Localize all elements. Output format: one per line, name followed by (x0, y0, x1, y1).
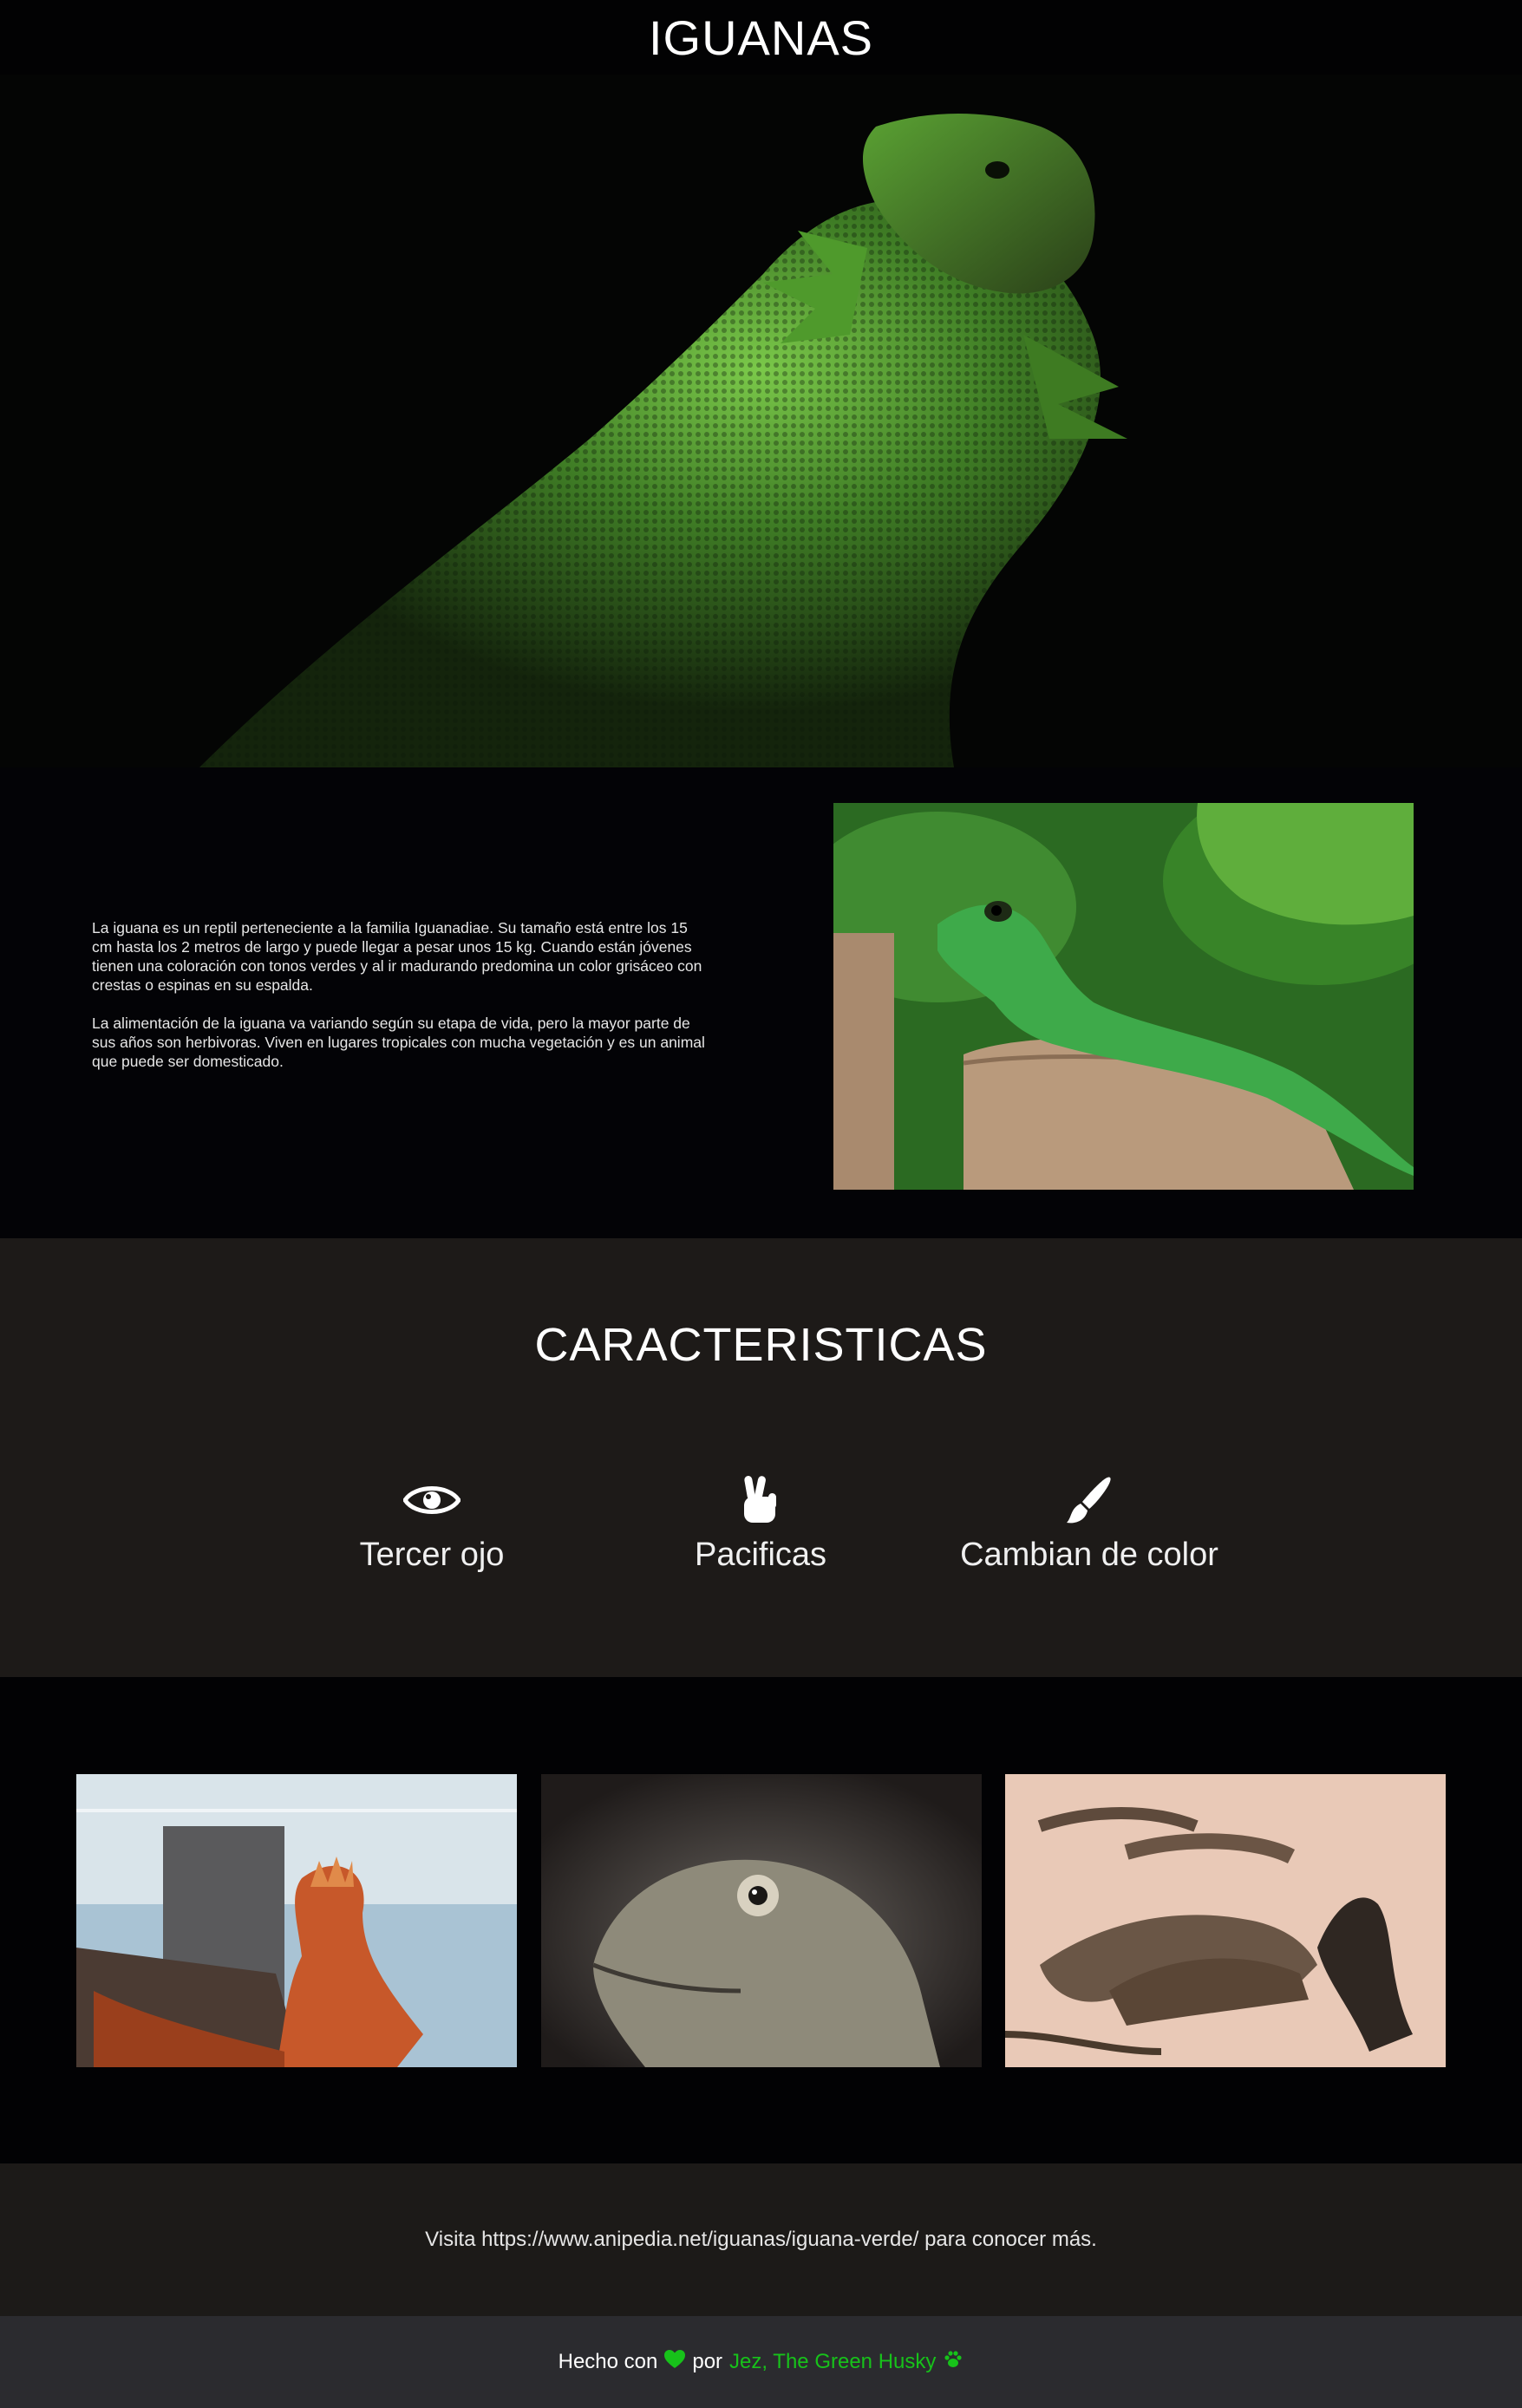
hand-peace-icon (596, 1474, 925, 1526)
paw-icon (943, 2350, 963, 2375)
features-section: CARACTERISTICAS Tercer ojo Pacificas Cam… (0, 1238, 1522, 1677)
visit-banner: Visita https://www.anipedia.net/iguanas/… (0, 2163, 1522, 2316)
photo-gallery (0, 1677, 1522, 2163)
intro-section: La iguana es un reptil perteneciente a l… (0, 767, 1522, 1238)
footer-by: por (692, 2350, 723, 2373)
page-header: IGUANAS (0, 0, 1522, 75)
gallery-image-iguana-group (1005, 1774, 1446, 2067)
intro-paragraph-2: La alimentación de la iguana va variando… (92, 1015, 705, 1070)
feature-peaceful: Pacificas (596, 1474, 925, 1574)
feature-label: Pacificas (694, 1537, 827, 1573)
page-title: IGUANAS (648, 10, 874, 65)
gallery-image-iguana-head (541, 1774, 982, 2067)
green-iguana-hero-photo (0, 75, 1522, 767)
feature-third-eye: Tercer ojo (267, 1474, 597, 1574)
footer-made-with: Hecho con (558, 2350, 658, 2373)
author-link[interactable]: Jez, The Green Husky (729, 2350, 936, 2374)
visit-text[interactable]: Visita https://www.anipedia.net/iguanas/… (425, 2228, 1097, 2252)
eye-icon (267, 1474, 597, 1526)
features-title: CARACTERISTICAS (534, 1319, 988, 1371)
heart-icon (664, 2349, 686, 2375)
page-footer: Hecho con por Jez, The Green Husky (0, 2316, 1522, 2408)
iguana-on-stump-photo (833, 803, 1414, 1190)
feature-label: Tercer ojo (359, 1537, 505, 1573)
paint-brush-icon (924, 1474, 1254, 1526)
intro-paragraph-1: La iguana es un reptil perteneciente a l… (92, 919, 702, 994)
gallery-image-orange-iguana (76, 1774, 517, 2067)
feature-change-color: Cambian de color (924, 1474, 1254, 1574)
intro-text: La iguana es un reptil perteneciente a l… (92, 918, 708, 1090)
hero-image (0, 75, 1522, 767)
feature-label: Cambian de color (960, 1537, 1218, 1573)
